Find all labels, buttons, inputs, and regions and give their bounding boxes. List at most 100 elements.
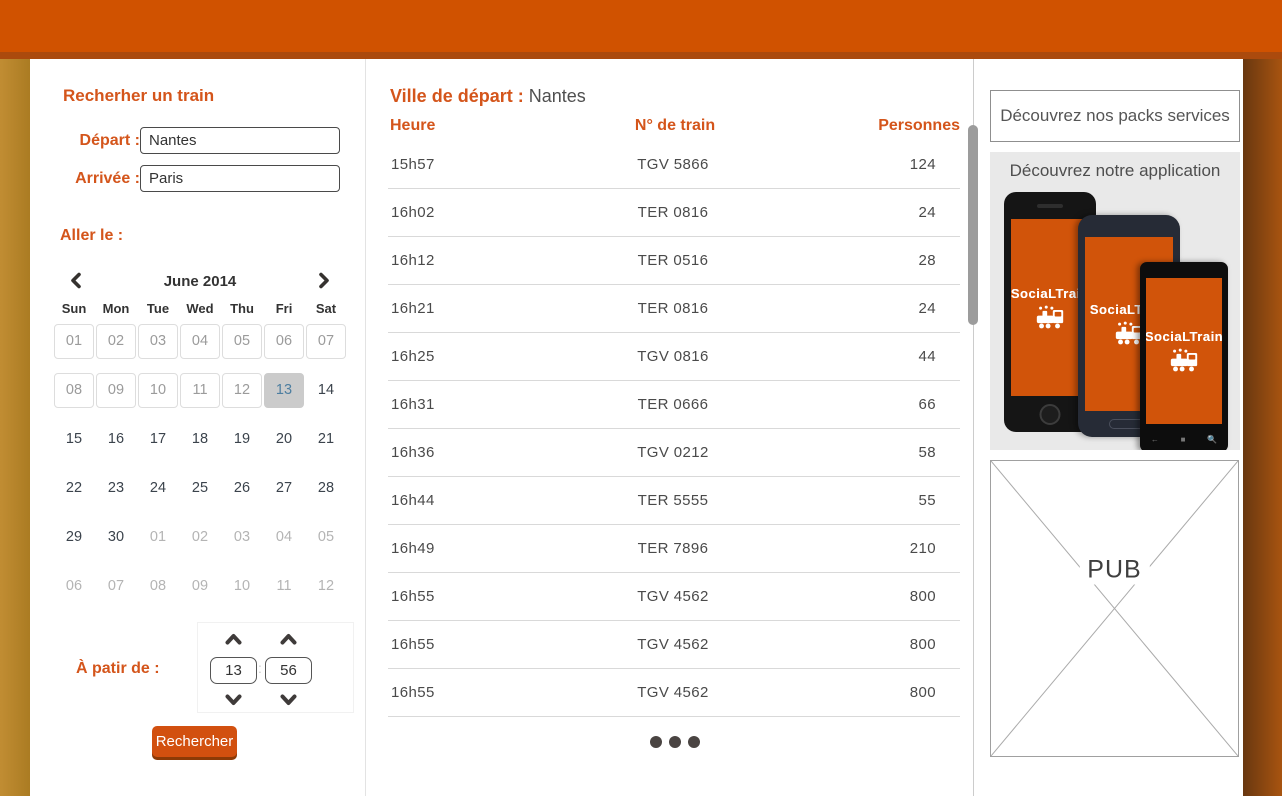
calendar-day[interactable]: 25 <box>180 471 220 506</box>
results-title-label: Ville de départ : <box>390 86 524 106</box>
table-row[interactable]: 16h55TGV 4562800 <box>388 621 960 669</box>
cell-personnes: 66 <box>788 381 958 428</box>
table-row[interactable]: 16h49TER 7896210 <box>388 525 960 573</box>
loading-dots <box>390 736 960 748</box>
table-row[interactable]: 15h57TGV 5866124 <box>388 141 960 189</box>
table-row[interactable]: 16h44TER 555555 <box>388 477 960 525</box>
calendar-week: 01020304050607 <box>53 324 347 373</box>
cell-personnes: 210 <box>788 525 958 572</box>
app-header <box>0 0 1282 52</box>
calendar-dayname: Tue <box>137 301 179 316</box>
cell-train: TER 7896 <box>558 525 788 572</box>
results-rows: 15h57TGV 586612416h02TER 08162416h12TER … <box>388 141 960 717</box>
phone-home-button <box>1040 404 1061 425</box>
table-row[interactable]: 16h55TGV 4562800 <box>388 573 960 621</box>
calendar-day: 10 <box>138 373 178 408</box>
cell-personnes: 24 <box>788 285 958 332</box>
cell-personnes: 28 <box>788 237 958 284</box>
calendar-day: 02 <box>96 324 136 359</box>
calendar-day[interactable]: 30 <box>96 520 136 555</box>
calendar-week: 29300102030405 <box>53 520 347 569</box>
calendar-next-icon[interactable] <box>317 272 331 294</box>
calendar-week: 06070809101112 <box>53 569 347 618</box>
calendar-dayname: Sat <box>305 301 347 316</box>
calendar-day: 09 <box>180 569 220 604</box>
table-row[interactable]: 16h12TER 051628 <box>388 237 960 285</box>
table-row[interactable]: 16h36TGV 021258 <box>388 429 960 477</box>
calendar-day[interactable]: 27 <box>264 471 304 506</box>
cell-train: TGV 4562 <box>558 573 788 620</box>
calendar-prev-icon[interactable] <box>69 272 83 294</box>
arrivee-input[interactable] <box>140 165 340 192</box>
calendar-day[interactable]: 28 <box>306 471 346 506</box>
results-title: Ville de départ : Nantes <box>390 86 586 107</box>
ad-label: PUB <box>1079 556 1149 585</box>
cell-personnes: 55 <box>788 477 958 524</box>
rechercher-button[interactable]: Rechercher <box>152 726 237 757</box>
phone-speaker <box>1037 204 1063 208</box>
packs-services-banner[interactable]: Découvrez nos packs services <box>990 90 1240 142</box>
table-row[interactable]: 16h21TER 081624 <box>388 285 960 333</box>
cell-heure: 16h02 <box>388 189 558 236</box>
windows-nav-keys: ←■🔍 <box>1140 435 1228 444</box>
calendar-day-selected[interactable]: 13 <box>264 373 304 408</box>
calendar-day: 04 <box>264 520 304 555</box>
hour-down-icon[interactable] <box>225 693 242 707</box>
loading-dot <box>688 736 700 748</box>
calendar-day[interactable]: 29 <box>54 520 94 555</box>
calendar-day[interactable]: 16 <box>96 422 136 457</box>
calendar-dayname: Fri <box>263 301 305 316</box>
minute-down-icon[interactable] <box>280 693 297 707</box>
results-scrollbar-thumb[interactable] <box>968 125 978 325</box>
calendar-day[interactable]: 20 <box>264 422 304 457</box>
time-separator: : <box>258 660 262 676</box>
cell-personnes: 58 <box>788 429 958 476</box>
cell-personnes: 800 <box>788 621 958 668</box>
calendar-dayname: Wed <box>179 301 221 316</box>
calendar-day: 01 <box>54 324 94 359</box>
calendar-week: 22232425262728 <box>53 471 347 520</box>
app-promo-banner[interactable]: Découvrez notre application SociaLTrain … <box>990 152 1240 450</box>
calendar-week: 08091011121314 <box>53 373 347 422</box>
train-logo-icon <box>1168 348 1200 373</box>
app-promo-title: Découvrez notre application <box>990 161 1240 181</box>
calendar-day[interactable]: 15 <box>54 422 94 457</box>
cell-train: TGV 0212 <box>558 429 788 476</box>
calendar-day[interactable]: 14 <box>306 373 346 408</box>
ad-placeholder[interactable]: PUB <box>990 460 1239 757</box>
cell-heure: 16h55 <box>388 573 558 620</box>
hour-input[interactable] <box>210 657 257 684</box>
table-row[interactable]: 16h55TGV 4562800 <box>388 669 960 717</box>
calendar-day[interactable]: 22 <box>54 471 94 506</box>
calendar-dayname: Sun <box>53 301 95 316</box>
cell-personnes: 800 <box>788 669 958 716</box>
calendar-day: 01 <box>138 520 178 555</box>
cell-train: TGV 0816 <box>558 333 788 380</box>
table-row[interactable]: 16h25TGV 081644 <box>388 333 960 381</box>
train-logo-icon <box>1034 305 1066 330</box>
calendar-day[interactable]: 24 <box>138 471 178 506</box>
depart-label: Départ : <box>48 132 140 150</box>
hour-up-icon[interactable] <box>225 632 242 646</box>
table-row[interactable]: 16h02TER 081624 <box>388 189 960 237</box>
calendar-day: 05 <box>306 520 346 555</box>
calendar-day[interactable]: 26 <box>222 471 262 506</box>
calendar-day[interactable]: 17 <box>138 422 178 457</box>
date-label: Aller le : <box>60 227 123 245</box>
depart-input[interactable] <box>140 127 340 154</box>
cell-heure: 16h21 <box>388 285 558 332</box>
calendar-day[interactable]: 19 <box>222 422 262 457</box>
loading-dot <box>650 736 662 748</box>
calendar-day[interactable]: 18 <box>180 422 220 457</box>
minute-up-icon[interactable] <box>280 632 297 646</box>
column-train: N° de train <box>560 117 790 135</box>
windows-phone-image: SociaLTrain ←■🔍 <box>1140 262 1228 450</box>
calendar-day[interactable]: 21 <box>306 422 346 457</box>
table-row[interactable]: 16h31TER 066666 <box>388 381 960 429</box>
search-panel: Recherher un train Départ : Arrivée : Al… <box>30 59 366 796</box>
results-title-city: Nantes <box>529 86 586 106</box>
calendar-day[interactable]: 23 <box>96 471 136 506</box>
minute-input[interactable] <box>265 657 312 684</box>
cell-heure: 16h12 <box>388 237 558 284</box>
cell-train: TGV 5866 <box>558 141 788 188</box>
